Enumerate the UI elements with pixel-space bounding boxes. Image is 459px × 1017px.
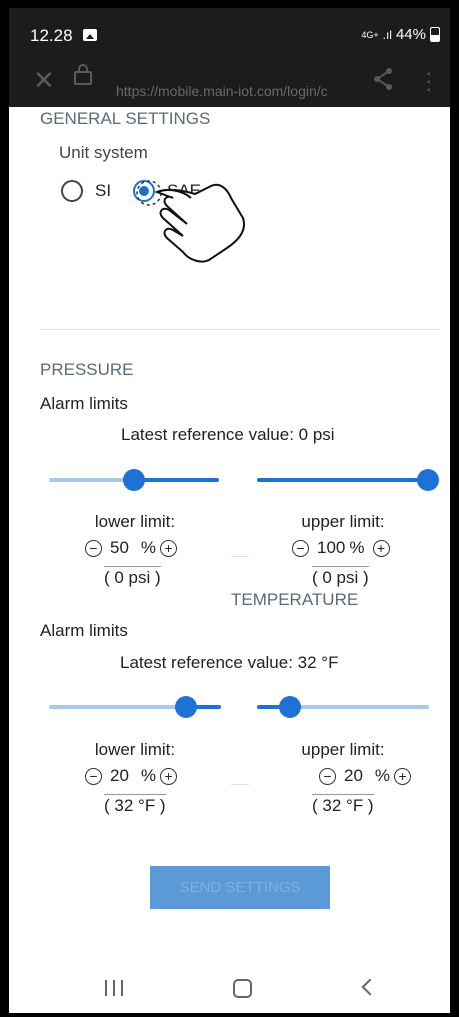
temperature-lower-stepper: − 20 % + [85, 766, 178, 786]
pressure-lower-slider[interactable] [49, 468, 219, 492]
pressure-lower-stepper: − 50 % + [85, 538, 178, 558]
unit-system-label: Unit system [59, 143, 148, 162]
temperature-lower-slider[interactable] [49, 695, 221, 719]
network-type: 4G+ [361, 29, 379, 40]
slider-track-active [257, 478, 431, 482]
temperature-upper-value: 20 [344, 766, 363, 785]
lock-icon[interactable] [74, 64, 92, 85]
phone-screen: 12.28 4G+ .ıl 44% ✕ https://mobile.main-… [9, 8, 450, 1013]
temperature-reference: Latest reference value: 32 °F [120, 653, 339, 672]
plus-icon[interactable]: + [394, 767, 412, 785]
plus-icon[interactable]: + [160, 767, 178, 785]
plus-icon[interactable]: + [372, 539, 390, 557]
separator [231, 784, 249, 785]
slider-track-inactive [291, 705, 429, 709]
battery-percent: 44% [395, 26, 426, 43]
pressure-upper-title: upper limit: [301, 512, 385, 531]
signal-icon: .ıl [382, 27, 392, 42]
separator [231, 556, 249, 557]
section-divider [40, 329, 440, 330]
temperature-upper-converted: ( 32 °F ) [312, 794, 374, 815]
temperature-lower-converted: ( 32 °F ) [104, 794, 166, 815]
radio-si-label[interactable]: SI [95, 181, 111, 201]
general-settings-heading: GENERAL SETTINGS [40, 109, 211, 128]
share-icon[interactable] [372, 67, 394, 91]
temperature-heading: TEMPERATURE [231, 590, 359, 609]
pressure-alarm-label: Alarm limits [40, 394, 128, 413]
pressure-lower-unit: % [140, 538, 157, 557]
temperature-lower-title: lower limit: [94, 740, 176, 759]
minus-icon[interactable]: − [319, 767, 336, 785]
tap-gesture-hand-icon [136, 180, 245, 263]
browser-toolbar: ✕ https://mobile.main-iot.com/login/c · ·… [9, 57, 450, 107]
pressure-lower-title: lower limit: [94, 512, 176, 531]
recent-apps-icon[interactable] [105, 980, 123, 996]
status-bar: 12.28 4G+ .ıl 44% [9, 8, 450, 57]
status-time: 12.28 [30, 26, 73, 45]
pressure-heading: PRESSURE [40, 360, 134, 379]
slider-track-inactive [49, 478, 134, 482]
slider-track-active [134, 478, 219, 482]
gallery-notification-icon [83, 29, 97, 41]
url-text[interactable]: https://mobile.main-iot.com/login/c [116, 83, 371, 99]
plus-icon[interactable]: + [160, 539, 178, 557]
back-icon[interactable] [361, 978, 379, 996]
android-nav-bar [9, 968, 450, 1013]
temperature-upper-unit: % [374, 766, 391, 785]
radio-si[interactable] [61, 180, 83, 202]
pressure-upper-unit: % [349, 538, 365, 557]
more-options-icon[interactable]: · · · [425, 62, 432, 100]
pressure-upper-stepper: − 100 % + [292, 538, 390, 558]
pressure-reference: Latest reference value: 0 psi [121, 425, 335, 444]
temperature-lower-unit: % [140, 766, 157, 785]
pressure-lower-value: 50 [110, 538, 129, 557]
temperature-upper-slider[interactable] [257, 695, 429, 719]
send-settings-button[interactable]: SEND SETTINGS [150, 866, 330, 909]
pressure-upper-converted: ( 0 psi ) [312, 566, 369, 587]
slider-track-inactive [49, 705, 187, 709]
slider-thumb[interactable] [417, 469, 439, 491]
minus-icon[interactable]: − [292, 539, 309, 557]
pressure-lower-converted: ( 0 psi ) [104, 566, 161, 587]
temperature-lower-value: 20 [110, 766, 129, 785]
slider-thumb[interactable] [279, 696, 301, 718]
temperature-alarm-label: Alarm limits [40, 621, 128, 640]
minus-icon[interactable]: − [85, 539, 102, 557]
temperature-upper-stepper: − 20 % + [319, 766, 412, 786]
pressure-upper-value: 100 [317, 538, 346, 557]
home-icon[interactable] [233, 979, 252, 998]
pressure-upper-slider[interactable] [257, 468, 439, 492]
slider-thumb[interactable] [175, 696, 197, 718]
slider-thumb[interactable] [123, 469, 145, 491]
battery-icon [430, 27, 440, 42]
close-icon[interactable]: ✕ [33, 65, 55, 96]
status-indicators: 4G+ .ıl 44% [361, 26, 440, 43]
temperature-upper-title: upper limit: [301, 740, 385, 759]
minus-icon[interactable]: − [85, 767, 102, 785]
